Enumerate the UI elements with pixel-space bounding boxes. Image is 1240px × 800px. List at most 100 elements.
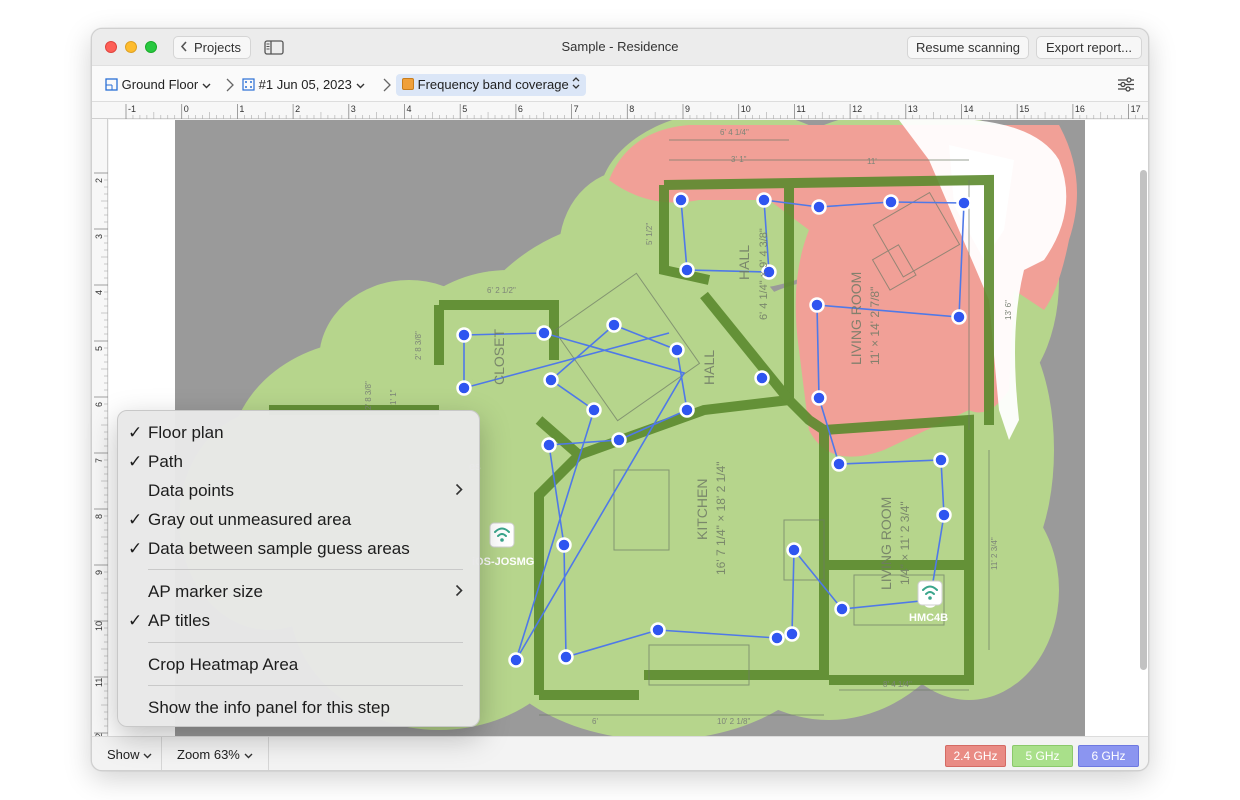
floor-label: Ground Floor [121,77,199,92]
menu-item-path[interactable]: ✓ Path [118,447,479,476]
ruler-label: 2 [94,178,104,183]
living-top-dim: 11' × 14' 2 7/8" [868,287,882,365]
checkmark-icon: ✓ [128,423,143,442]
chevron-down-icon [244,747,253,762]
hall-mid-label: HALL [701,350,717,385]
menu-separator [148,642,463,643]
data-point[interactable] [754,370,770,386]
vertical-scrollbar[interactable] [1140,170,1147,670]
menu-item-show-info-panel[interactable]: Show the info panel for this step [118,693,479,722]
bottom-toolbar: Show Zoom 63% 2.4 GHz 5 GHz 6 GHz [92,736,1148,770]
ruler-label: 8 [94,514,104,519]
ruler-label: 11 [94,678,104,687]
ruler-label: 5 [94,346,104,351]
data-point[interactable] [811,199,827,215]
data-point[interactable] [508,652,524,668]
data-point[interactable] [679,402,695,418]
menu-separator [148,685,463,686]
data-point[interactable] [809,297,825,313]
band-5ghz-toggle[interactable]: 5 GHz [1012,745,1073,767]
dim-left-d: 5' 1/2" [645,223,654,245]
ruler-label: 3 [94,234,104,239]
hall-upper-dim: 6' 4 1/4" × 9' 4 3/8" [758,228,770,320]
data-point[interactable] [784,626,800,642]
hall-upper-label: HALL [736,245,752,280]
data-point[interactable] [933,452,949,468]
menu-item-data-points[interactable]: Data points [118,476,479,505]
data-point[interactable] [586,402,602,418]
data-point[interactable] [611,432,627,448]
dim-bottom-left: 6' [592,717,598,726]
ruler-label: 9 [94,570,104,575]
menu-item-crop-heatmap[interactable]: Crop Heatmap Area [118,650,479,679]
data-point[interactable] [606,317,622,333]
kitchen-label: KITCHEN [694,479,710,540]
data-point[interactable] [834,601,850,617]
data-point[interactable] [541,437,557,453]
dim-left-a: 2' 8 3/8" [414,331,423,360]
dim-top-right: 11' [867,157,877,166]
scan-label: #1 Jun 05, 2023 [258,77,352,92]
data-point[interactable] [811,390,827,406]
dim-right-side: 13' 6" [1004,300,1013,320]
chevron-down-icon [202,77,211,92]
ruler-label: 5 [462,104,467,114]
data-point[interactable] [536,325,552,341]
floor-selector[interactable]: Ground Floor [105,74,211,96]
data-point[interactable] [769,630,785,646]
data-point[interactable] [456,327,472,343]
data-point[interactable] [786,542,802,558]
band-24ghz-toggle[interactable]: 2.4 GHz [945,745,1006,767]
data-point[interactable] [673,192,689,208]
dim-top-left: 6' 4 1/4" [720,128,749,137]
data-point[interactable] [956,195,972,211]
closet-label: CLOSET [491,329,507,385]
data-point[interactable] [456,380,472,396]
checkmark-icon: ✓ [128,510,143,529]
ruler-label: 4 [407,104,412,114]
dim-right-lower: 11' 2 3/4" [990,537,999,570]
menu-item-ap-marker-size[interactable]: AP marker size [118,577,479,606]
menu-item-ap-titles[interactable]: ✓ AP titles [118,606,479,635]
menu-item-gray-out-unmeasured[interactable]: ✓ Gray out unmeasured area [118,505,479,534]
ruler-label: 15 [1019,104,1029,114]
breadcrumb: Ground Floor #1 Jun 05, 2023 Frequency b… [92,66,1148,102]
ruler-label: 13 [908,104,918,114]
title-bar: Projects Sample - Residence Resume scann… [92,29,1148,66]
data-point[interactable] [543,372,559,388]
dim-bottom-right: 8' 4 1/4" [883,680,912,689]
data-point[interactable] [679,262,695,278]
ruler-label: 10 [94,621,104,631]
show-menu-button[interactable]: Show [107,747,152,762]
export-report-button[interactable]: Export report... [1036,36,1142,59]
data-point[interactable] [883,194,899,210]
top-ruler: -1 0 1 2 3 4 5 6 7 8 9 10 11 12 13 14 15 16 17 [92,102,1148,119]
data-point[interactable] [936,507,952,523]
chevron-down-icon [143,747,152,762]
scan-selector[interactable]: #1 Jun 05, 2023 [242,74,365,96]
data-point[interactable] [951,309,967,325]
scan-grid-icon [242,76,255,98]
living-bottom-dim: 1/4" × 11' 2 3/4" [898,501,912,585]
data-point[interactable] [558,649,574,665]
sliders-icon[interactable] [1117,77,1135,97]
visualization-selector[interactable]: Frequency band coverage [396,74,587,96]
ruler-label: 6 [518,104,523,114]
ruler-label: 16 [1075,104,1085,114]
data-point[interactable] [669,342,685,358]
dim-left-b: 2' 8 3/8" [364,381,373,410]
ruler-label: 3 [351,104,356,114]
zoom-menu-button[interactable]: Zoom 63% [177,747,253,762]
data-point[interactable] [756,192,772,208]
data-point[interactable] [556,537,572,553]
menu-item-floor-plan[interactable]: ✓ Floor plan [118,418,479,447]
dim-top-inner: 3' 1" [731,155,747,164]
resume-scanning-button[interactable]: Resume scanning [907,36,1029,59]
data-point[interactable] [831,456,847,472]
data-point[interactable] [650,622,666,638]
ruler-label: 9 [685,104,690,114]
band-6ghz-toggle[interactable]: 6 GHz [1078,745,1139,767]
show-menu: ✓ Floor plan ✓ Path Data points ✓ Gray o… [117,410,480,727]
menu-item-data-between-areas[interactable]: ✓ Data between sample guess areas [118,534,479,563]
ruler-label: 1 [239,104,244,114]
